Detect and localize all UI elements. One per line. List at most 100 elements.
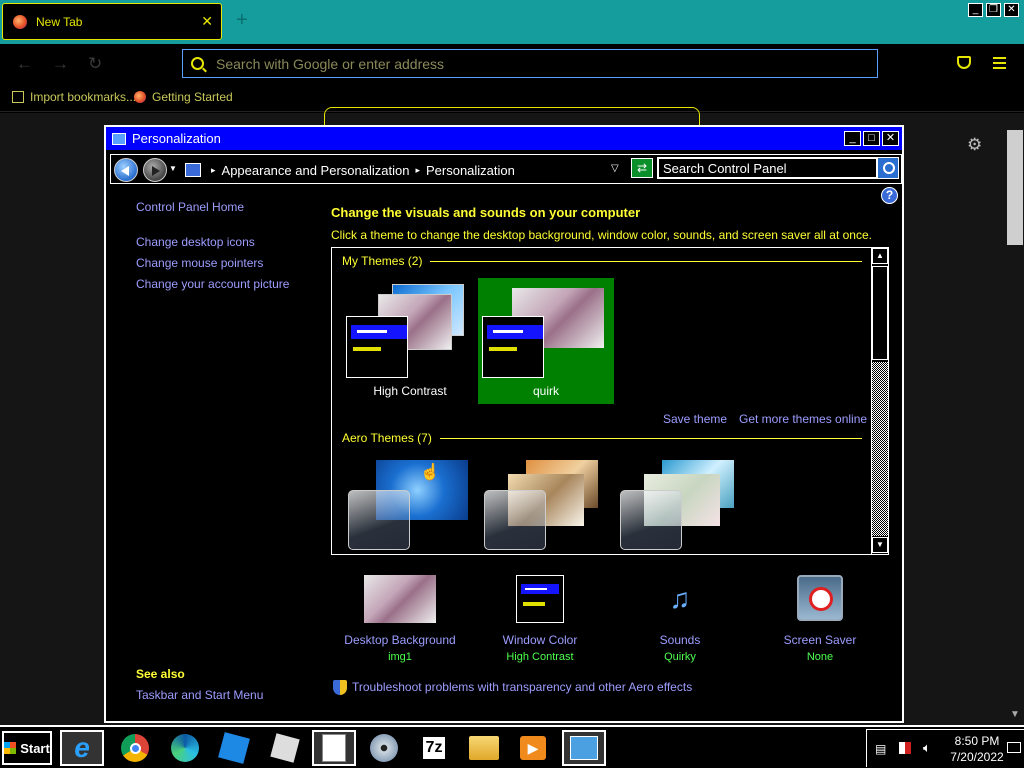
window-minimize-button[interactable]: _ bbox=[844, 131, 861, 146]
high-contrast-swatch bbox=[346, 316, 408, 378]
window-color-setting[interactable]: Window Color High Contrast bbox=[470, 575, 610, 663]
change-desktop-icons-link[interactable]: Change desktop icons bbox=[136, 235, 255, 249]
setting-value: None bbox=[806, 651, 834, 663]
tab-title: New Tab bbox=[36, 14, 83, 29]
reload-icon[interactable]: ↻ bbox=[88, 54, 102, 74]
scroll-down-icon[interactable]: ▼ bbox=[1010, 709, 1020, 720]
search-icon[interactable] bbox=[877, 157, 899, 179]
setting-value: High Contrast bbox=[506, 651, 574, 663]
scroll-up-icon[interactable]: ▲ bbox=[872, 248, 888, 264]
troubleshoot-link[interactable]: Troubleshoot problems with transparency … bbox=[352, 680, 692, 694]
shield-icon bbox=[333, 680, 347, 695]
forward-arrow-icon[interactable] bbox=[143, 158, 167, 182]
tab-close-button[interactable]: ✕ bbox=[201, 13, 213, 30]
volume-icon[interactable]: 🔈︎ bbox=[923, 740, 931, 756]
clock-date: 7/20/2022 bbox=[950, 750, 1004, 764]
edge-icon[interactable] bbox=[163, 730, 207, 766]
page-title: Change the visuals and sounds on your co… bbox=[331, 205, 641, 220]
theme-aero-nature[interactable] bbox=[614, 454, 750, 554]
network-icon[interactable]: ▤ bbox=[875, 742, 886, 756]
show-desktop-icon[interactable] bbox=[1007, 742, 1021, 753]
taskbar-start-menu-link[interactable]: Taskbar and Start Menu bbox=[136, 688, 263, 702]
roblox-studio-icon[interactable] bbox=[212, 730, 256, 766]
taskbar: Start e 7z ▶ ▤ 🔈︎ 8:50 PM 7/20/2022 bbox=[0, 725, 1024, 768]
page-scrollbar-thumb[interactable] bbox=[1007, 130, 1023, 245]
get-more-themes-link[interactable]: Get more themes online bbox=[739, 412, 867, 426]
control-panel-home-link[interactable]: Control Panel Home bbox=[136, 200, 244, 214]
close-button[interactable]: ✕ bbox=[1004, 3, 1019, 17]
minimize-button[interactable]: _ bbox=[968, 3, 983, 17]
theme-label: quirk bbox=[532, 384, 559, 398]
breadcrumb-personalization[interactable]: Personalization bbox=[426, 163, 515, 178]
address-dropdown-icon[interactable]: ▽ bbox=[611, 163, 619, 174]
window-close-button[interactable]: ✕ bbox=[882, 131, 899, 146]
help-icon[interactable]: ? bbox=[881, 187, 898, 204]
theme-glass-swatch bbox=[620, 490, 682, 550]
media-player-icon[interactable]: ▶ bbox=[511, 730, 555, 766]
theme-high-contrast[interactable]: High Contrast bbox=[342, 278, 478, 404]
forward-icon[interactable]: → bbox=[52, 54, 69, 74]
window-title-bar[interactable]: Personalization _ □ ✕ bbox=[106, 127, 902, 150]
back-icon[interactable]: ← bbox=[16, 54, 33, 74]
breadcrumb-appearance[interactable]: Appearance and Personalization bbox=[222, 163, 410, 178]
scroll-down-icon[interactable]: ▼ bbox=[872, 537, 888, 553]
breadcrumb-separator[interactable]: ▸ bbox=[415, 165, 420, 176]
scrollbar-track[interactable] bbox=[872, 362, 888, 536]
bookmark-getting-started[interactable]: Getting Started bbox=[134, 90, 233, 104]
start-label: Start bbox=[20, 740, 50, 756]
theme-list: My Themes (2) High Contrast quirk Save t… bbox=[331, 247, 889, 555]
menu-icon[interactable] bbox=[993, 57, 1006, 72]
clock[interactable]: 8:50 PM 7/20/2022 bbox=[947, 733, 1007, 765]
theme-aero-windows7[interactable] bbox=[342, 454, 478, 554]
breadcrumb-separator[interactable]: ▸ bbox=[211, 165, 216, 176]
url-bar[interactable]: Search with Google or enter address bbox=[182, 49, 878, 78]
theme-quirk-selected[interactable]: quirk bbox=[478, 278, 614, 404]
sounds-setting[interactable]: ♫ Sounds Quirky bbox=[610, 575, 750, 663]
quirk-swatch bbox=[482, 316, 544, 378]
start-button[interactable]: Start bbox=[2, 731, 52, 765]
theme-glass-swatch bbox=[484, 490, 546, 550]
back-arrow-icon[interactable] bbox=[114, 158, 138, 182]
control-panel-icon[interactable] bbox=[562, 730, 606, 766]
recent-pages-dropdown-icon[interactable]: ▼ bbox=[169, 164, 177, 173]
bookmark-import[interactable]: Import bookmarks... bbox=[12, 90, 136, 104]
roblox-icon[interactable] bbox=[263, 730, 307, 766]
file-explorer-icon[interactable] bbox=[462, 730, 506, 766]
screen-saver-setting[interactable]: Screen Saver None bbox=[750, 575, 890, 663]
change-account-picture-link[interactable]: Change your account picture bbox=[136, 277, 289, 291]
change-mouse-pointers-link[interactable]: Change mouse pointers bbox=[136, 256, 263, 270]
new-tab-button[interactable]: + bbox=[236, 10, 248, 30]
dvd-icon[interactable] bbox=[362, 730, 406, 766]
search-icon bbox=[191, 57, 204, 70]
pocket-icon[interactable] bbox=[957, 56, 971, 69]
refresh-icon[interactable]: ⇄ bbox=[631, 158, 653, 178]
gear-icon[interactable]: ⚙ bbox=[967, 135, 982, 155]
7zip-icon[interactable]: 7z bbox=[412, 730, 456, 766]
aero-themes-header: Aero Themes (7) bbox=[342, 431, 432, 445]
chrome-icon[interactable] bbox=[113, 730, 157, 766]
personalization-window: Personalization _ □ ✕ ▼ ▸ Appearance and… bbox=[104, 125, 904, 723]
aero-themes-group: Aero Themes (7) bbox=[342, 431, 862, 445]
control-panel-icon bbox=[185, 163, 201, 177]
setting-title: Screen Saver bbox=[783, 633, 857, 647]
tab-new-tab[interactable]: New Tab ✕ bbox=[2, 3, 222, 40]
address-bar: ▼ ▸ Appearance and Personalization ▸ Per… bbox=[110, 154, 902, 184]
theme-aero-architecture[interactable] bbox=[478, 454, 614, 554]
desktop-background-setting[interactable]: Desktop Background img1 bbox=[330, 575, 470, 663]
search-box-outline bbox=[324, 107, 700, 127]
firefox-icon bbox=[134, 91, 146, 103]
window-maximize-button[interactable]: □ bbox=[863, 131, 880, 146]
notepad-icon[interactable] bbox=[312, 730, 356, 766]
page-subtitle: Click a theme to change the desktop back… bbox=[331, 228, 872, 242]
screen-saver-icon bbox=[797, 575, 843, 621]
theme-list-scrollbar[interactable]: ▲ ▼ bbox=[871, 248, 888, 554]
internet-explorer-icon[interactable]: e bbox=[60, 730, 104, 766]
my-themes-group: My Themes (2) bbox=[342, 254, 862, 268]
scrollbar-thumb[interactable] bbox=[872, 266, 888, 360]
theme-glass-swatch bbox=[348, 490, 410, 550]
save-theme-link[interactable]: Save theme bbox=[663, 412, 727, 426]
import-icon bbox=[12, 91, 24, 103]
restore-button[interactable]: ❐ bbox=[986, 3, 1001, 17]
action-center-flag-icon[interactable] bbox=[899, 742, 911, 754]
control-panel-search-input[interactable]: Search Control Panel bbox=[657, 157, 878, 179]
